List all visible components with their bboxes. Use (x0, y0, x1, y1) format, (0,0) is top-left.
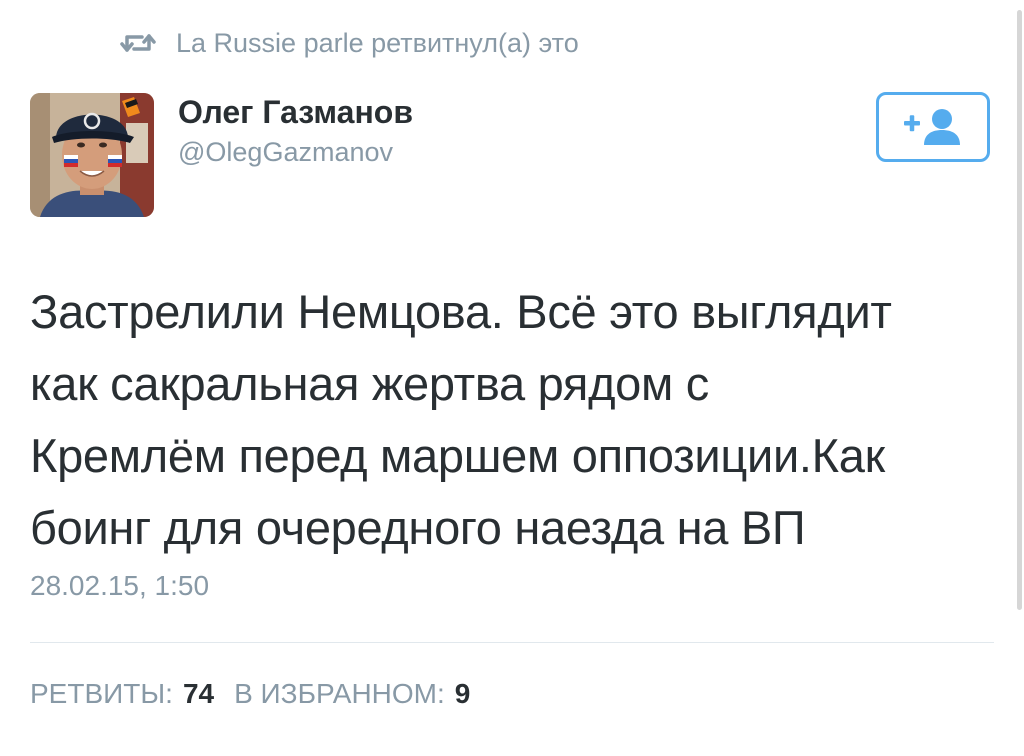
avatar[interactable] (30, 93, 154, 217)
retweet-context: La Russie parle ретвитнул(а) это (118, 26, 579, 60)
follow-user-icon (904, 109, 960, 145)
tweet-text-line: боинг для очередного наезда на ВП (30, 501, 806, 554)
username[interactable]: @OlegGazmanov (178, 137, 393, 168)
retweets-stat[interactable]: РЕТВИТЫ: 74 (30, 678, 214, 710)
avatar-photo (30, 93, 154, 217)
tweet-text-line: Кремлём перед маршем оппозиции.Как (30, 429, 885, 482)
display-name[interactable]: Олег Газманов (178, 94, 413, 131)
favorites-label: В ИЗБРАННОМ: (234, 678, 445, 709)
retweet-context-text[interactable]: La Russie parle ретвитнул(а) это (176, 28, 579, 59)
tweet-text-line: как сакральная жертва рядом с (30, 357, 709, 410)
retweet-icon (118, 28, 158, 58)
divider (30, 642, 994, 643)
favorites-stat[interactable]: В ИЗБРАННОМ: 9 (234, 678, 470, 710)
retweets-label: РЕТВИТЫ: (30, 678, 173, 709)
retweets-count: 74 (182, 678, 215, 709)
tweet-text: Застрелили Немцова. Всё это выглядит как… (30, 276, 1000, 564)
timestamp: 28.02.15, 1:50 (30, 570, 210, 601)
follow-button[interactable] (876, 92, 990, 162)
favorites-count: 9 (454, 678, 471, 709)
scrollbar[interactable] (1017, 10, 1022, 610)
tweet-stats: РЕТВИТЫ: 74 В ИЗБРАННОМ: 9 (30, 678, 490, 710)
tweet-text-line: Застрелили Немцова. Всё это выглядит (30, 285, 892, 338)
